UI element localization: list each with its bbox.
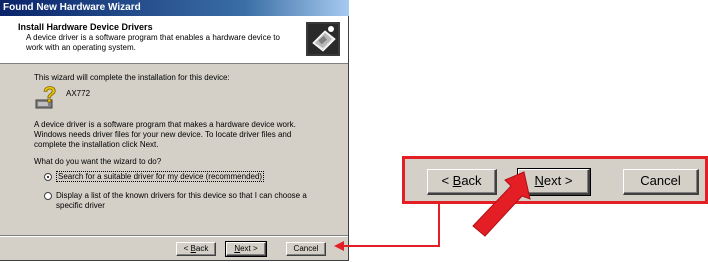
cancel-button[interactable]: Cancel: [286, 242, 326, 256]
svg-text:?: ?: [43, 84, 56, 107]
question-label: What do you want the wizard to do?: [34, 157, 162, 166]
driver-explanation: A device driver is a software program th…: [34, 120, 296, 149]
zoomed-next-hotkey: N: [534, 173, 544, 188]
zoomed-back-button[interactable]: < Back: [427, 169, 497, 195]
hardware-install-icon: [306, 22, 340, 56]
wizard-header: Install Hardware Device Drivers A device…: [0, 16, 348, 64]
next-button[interactable]: Next >: [225, 241, 267, 257]
device-name: AX772: [66, 89, 91, 98]
wizard-window: Found New Hardware Wizard Install Hardwa…: [0, 0, 349, 261]
intro-text: This wizard will complete the installati…: [34, 73, 230, 82]
question-mark-device-icon: ?: [35, 84, 57, 109]
list-drivers-option[interactable]: Display a list of the known drivers for …: [56, 191, 320, 211]
zoomed-next-button[interactable]: Next >: [517, 168, 591, 196]
zoomed-cancel-button[interactable]: Cancel: [623, 169, 699, 195]
zoomed-back-prefix: <: [441, 173, 453, 188]
back-button[interactable]: < Back: [176, 242, 216, 256]
header-description: A device driver is a software program th…: [26, 33, 280, 52]
list-drivers-radio[interactable]: [44, 192, 52, 200]
footer-divider: [0, 235, 348, 237]
back-label: ack: [195, 244, 209, 253]
search-driver-option[interactable]: Search for a suitable driver for my devi…: [56, 171, 265, 182]
zoomed-button-bar: < Back Next > Cancel: [402, 156, 708, 204]
next-label: ext >: [240, 244, 258, 253]
search-driver-radio[interactable]: [44, 173, 52, 181]
window-title: Found New Hardware Wizard: [0, 0, 349, 16]
header-title: Install Hardware Device Drivers: [18, 22, 153, 32]
back-prefix: <: [183, 244, 191, 253]
search-driver-label: Search for a suitable driver for my devi…: [56, 171, 265, 182]
zoomed-next-label: ext >: [543, 173, 573, 188]
connector-line: [343, 204, 440, 247]
zoomed-back-label: ack: [461, 173, 482, 188]
